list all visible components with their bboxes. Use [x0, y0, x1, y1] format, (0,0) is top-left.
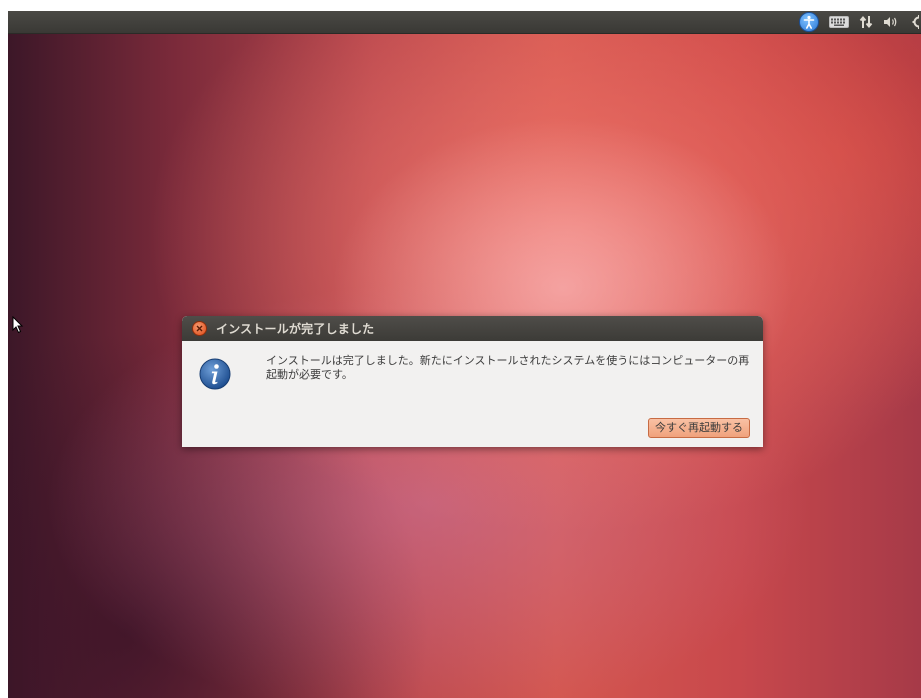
- close-icon: [196, 325, 203, 332]
- dialog-titlebar: インストールが完了しました: [182, 316, 763, 341]
- accessibility-icon[interactable]: [799, 11, 819, 33]
- keyboard-icon[interactable]: [829, 11, 849, 33]
- network-icon[interactable]: [859, 11, 873, 33]
- indicator-area: [799, 11, 921, 33]
- info-icon: [199, 358, 231, 390]
- install-complete-dialog: インストールが完了しました インストールは完了しました。新たにインストールされた…: [182, 316, 763, 447]
- close-button[interactable]: [192, 321, 207, 336]
- restart-now-button[interactable]: 今すぐ再起動する: [648, 418, 750, 438]
- dialog-body: インストールは完了しました。新たにインストールされたシステムを使うにはコンピュー…: [182, 341, 763, 447]
- volume-icon[interactable]: [883, 11, 899, 33]
- dialog-message: インストールは完了しました。新たにインストールされたシステムを使うにはコンピュー…: [266, 354, 750, 381]
- dialog-title: インストールが完了しました: [216, 322, 375, 336]
- screen: インストールが完了しました インストールは完了しました。新たにインストールされた…: [8, 11, 921, 698]
- settings-icon[interactable]: [909, 11, 919, 33]
- mouse-pointer-icon: [12, 315, 24, 334]
- top-panel: [8, 11, 921, 34]
